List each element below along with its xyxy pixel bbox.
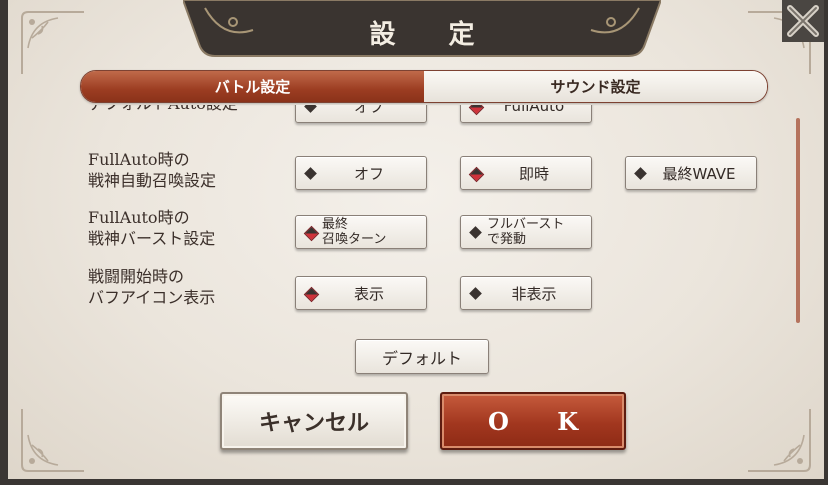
settings-dialog: 設 定 バトル設定 サウンド設定 デフォルトAuto設定 オフ (0, 0, 828, 485)
setting-label: 戦闘開始時の バフアイコン表示 (88, 266, 215, 308)
default-button[interactable]: デフォルト (355, 339, 489, 374)
settings-list[interactable]: デフォルトAuto設定 オフ FullAuto FullAuto時の 戦神自動召… (82, 105, 792, 327)
corner-ornament-icon (18, 405, 88, 475)
option-final-wave-button[interactable]: 最終WAVE (625, 156, 757, 190)
option-off-button[interactable]: オフ (295, 105, 427, 123)
option-label-line: 最終 (322, 217, 349, 232)
setting-label-line: 戦神自動召喚設定 (88, 171, 217, 190)
option-label-line: 召喚ターン (322, 232, 387, 247)
setting-label: デフォルトAuto設定 (88, 105, 238, 114)
setting-label-line: バフアイコン表示 (88, 288, 216, 307)
option-off-button[interactable]: オフ (295, 156, 427, 190)
option-final-summon-turn-button[interactable]: 最終 召喚ターン (295, 215, 427, 249)
x-icon (782, 0, 824, 42)
setting-row-buff-icon: 戦闘開始時の バフアイコン表示 表示 非表示 (82, 266, 792, 310)
setting-label-line: 戦闘開始時の (88, 267, 185, 286)
title-plate: 設 定 (183, 0, 661, 58)
setting-label: FullAuto時の 戦神バースト設定 (88, 207, 215, 249)
cancel-button[interactable]: キャンセル (220, 392, 408, 450)
setting-row-burst: FullAuto時の 戦神バースト設定 最終 召喚ターン フルバースト で発動 (82, 207, 792, 251)
setting-label-line: デフォルトAuto設定 (88, 105, 238, 114)
option-full-burst-button[interactable]: フルバースト で発動 (460, 215, 592, 249)
option-show-button[interactable]: 表示 (295, 276, 427, 310)
setting-label-line: FullAuto時の (88, 208, 190, 227)
tab-label: バトル設定 (214, 78, 291, 96)
setting-label-line: FullAuto時の (88, 150, 190, 169)
tab-label: サウンド設定 (550, 78, 641, 96)
setting-label-line: 戦神バースト設定 (88, 229, 216, 248)
option-hide-button[interactable]: 非表示 (460, 276, 592, 310)
tab-battle-settings[interactable]: バトル設定 (81, 71, 424, 102)
settings-tabs: バトル設定 サウンド設定 (80, 70, 768, 103)
setting-row-default-auto: デフォルトAuto設定 オフ FullAuto (82, 105, 792, 123)
option-fullauto-button[interactable]: FullAuto (460, 105, 592, 123)
ok-button[interactable]: O K (440, 392, 626, 450)
close-button[interactable] (782, 0, 824, 42)
setting-label: FullAuto時の 戦神自動召喚設定 (88, 149, 216, 191)
scrollbar[interactable] (796, 118, 800, 323)
option-label-line: フルバースト (487, 217, 565, 232)
setting-row-auto-summon: FullAuto時の 戦神自動召喚設定 オフ 即時 最終WAVE (82, 149, 792, 193)
option-immediate-button[interactable]: 即時 (460, 156, 592, 190)
option-label-line: で発動 (487, 232, 527, 247)
corner-ornament-icon (744, 405, 814, 475)
tab-sound-settings[interactable]: サウンド設定 (424, 71, 767, 102)
corner-ornament-icon (18, 8, 88, 78)
dialog-title: 設 定 (369, 20, 497, 50)
